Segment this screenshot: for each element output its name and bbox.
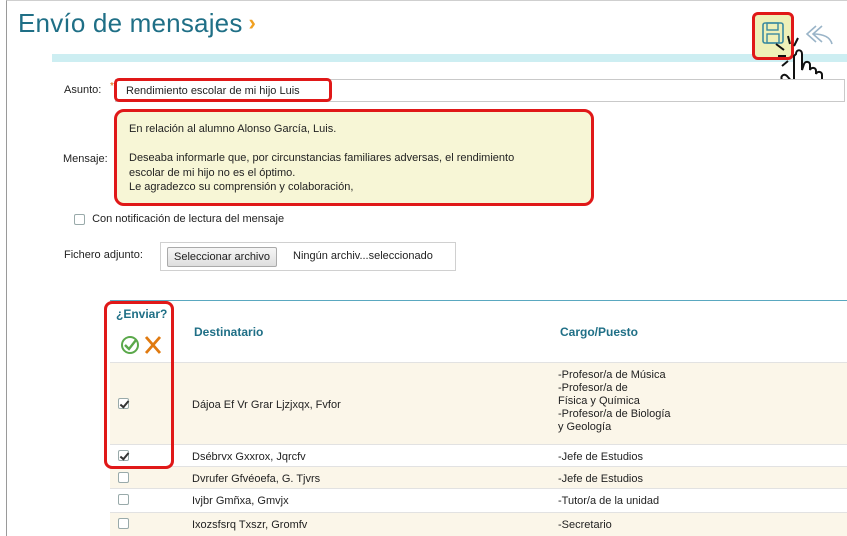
table-row[interactable]: Ixozsfsrq Txszr, Gromfv -Secretario	[110, 512, 847, 536]
header-position: Cargo/Puesto	[560, 325, 639, 339]
send-checkbox[interactable]	[118, 471, 129, 483]
recipient-name: Dvrufer Gfvéoefa, G. Tjvrs	[192, 473, 321, 485]
recipient-name: Ixozsfsrq Txszr, Gromfv	[192, 519, 308, 531]
select-file-button[interactable]: Seleccionar archivo	[167, 247, 277, 267]
table-row[interactable]: Dsébrvx Gxxrox, Jqrcfv -Jefe de Estudios	[110, 444, 847, 466]
title-arrow-icon: ›	[248, 10, 257, 35]
header-divider	[52, 54, 847, 62]
subject-input[interactable]: Rendimiento escolar de mi hijo Luis	[114, 78, 845, 102]
header-recipient: Destinatario	[194, 325, 264, 339]
send-checkbox[interactable]	[118, 449, 129, 461]
recipient-position: -Jefe de Estudios	[558, 473, 643, 485]
subject-label: Asunto:	[64, 84, 102, 96]
read-receipt-option[interactable]: Con notificación de lectura del mensaje	[74, 213, 284, 225]
table-header: Destinatario Cargo/Puesto	[110, 301, 847, 361]
read-receipt-checkbox[interactable]	[74, 213, 85, 225]
recipient-name: Dsébrvx Gxxrox, Jqrcfv	[192, 451, 306, 463]
recipient-position: -Tutor/a de la unidad	[558, 495, 660, 507]
message-textarea[interactable]: En relación al alumno Alonso García, Lui…	[114, 109, 594, 206]
page-title: Envío de mensajes ›	[18, 8, 256, 39]
recipient-position: -Jefe de Estudios	[558, 451, 643, 463]
send-checkbox[interactable]	[118, 397, 129, 409]
read-receipt-label: Con notificación de lectura del mensaje	[92, 213, 285, 225]
table-row[interactable]: Dvrufer Gfvéoefa, G. Tjvrs -Jefe de Estu…	[110, 466, 847, 488]
file-status: Ningún archiv...seleccionado	[293, 250, 433, 262]
send-checkbox[interactable]	[118, 493, 129, 505]
page-title-text: Envío de mensajes	[18, 8, 243, 38]
message-label: Mensaje:	[63, 153, 108, 165]
uncheck-all-icon[interactable]	[144, 336, 162, 354]
check-all-icon[interactable]	[121, 336, 139, 354]
table-row[interactable]: Dájoa Ef Vr Grar Ljzjxqx, Fvfor -Profeso…	[110, 362, 847, 444]
header-send: ¿Enviar?	[116, 307, 168, 321]
file-label: Fichero adjunto:	[64, 249, 143, 261]
recipient-name: Ivjbr Gmñxa, Gmvjx	[192, 495, 289, 507]
send-checkbox[interactable]	[118, 517, 129, 529]
subject-value: Rendimiento escolar de mi hijo Luis	[126, 85, 300, 97]
table-row[interactable]: Ivjbr Gmñxa, Gmvjx -Tutor/a de la unidad	[110, 488, 847, 512]
select-all-controls	[121, 336, 162, 354]
recipient-position: -Profesor/a de Música -Profesor/a de Fís…	[558, 369, 671, 433]
recipient-position: -Secretario	[558, 519, 612, 531]
recipient-name: Dájoa Ef Vr Grar Ljzjxqx, Fvfor	[192, 399, 341, 411]
file-input[interactable]: Seleccionar archivo Ningún archiv...sele…	[160, 242, 456, 271]
